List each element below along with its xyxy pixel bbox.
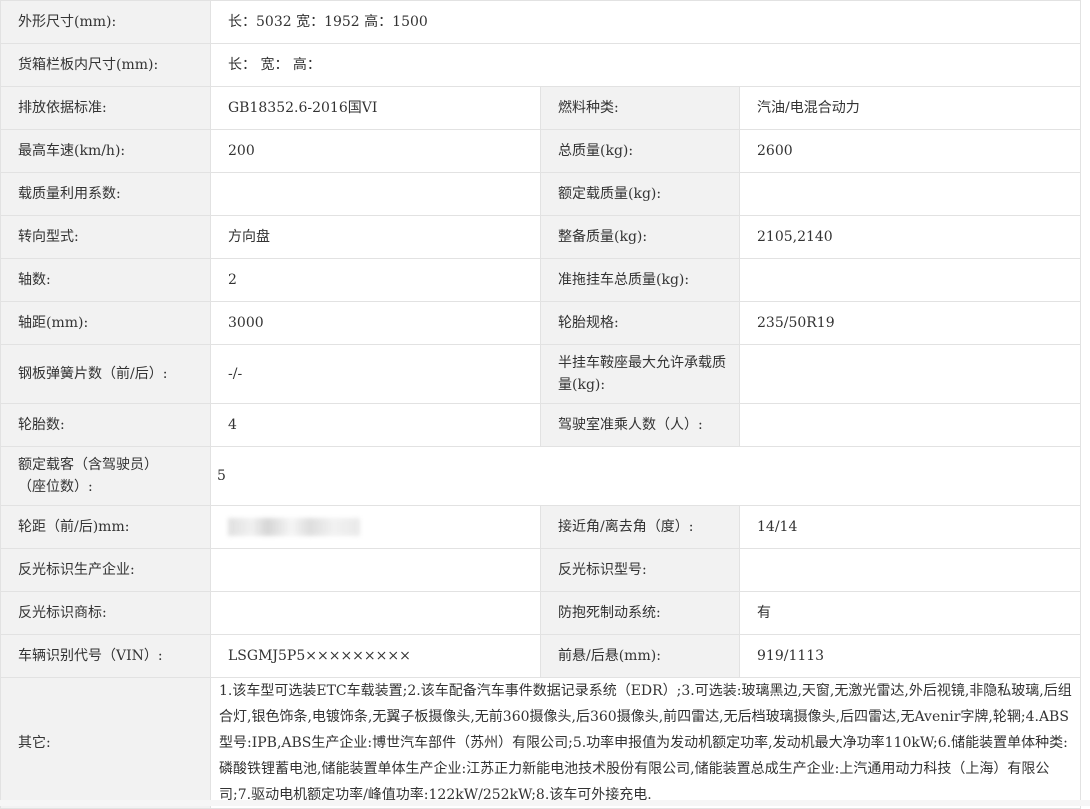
spec-value — [210, 172, 541, 216]
table-row: 反光标识商标: 防抱死制动系统: 有 — [0, 591, 1082, 635]
spec-value-redacted — [210, 505, 541, 549]
redacted-value-blur — [228, 518, 360, 536]
spec-label: 整备质量(kg): — [540, 215, 740, 259]
spec-label: 准拖挂车总质量(kg): — [540, 258, 740, 302]
spec-value: 长：5032 宽：1952 高：1500 — [209, 0, 1082, 44]
spec-value: 919/1113 — [738, 634, 1082, 678]
spec-label: 反光标识商标: — [0, 591, 211, 635]
spec-value: GB18352.6-2016国VI — [210, 86, 541, 130]
table-row: 外形尺寸(mm): 长：5032 宽：1952 高：1500 — [0, 0, 1082, 44]
spec-label: 反光标识生产企业: — [0, 548, 211, 592]
spec-value — [210, 591, 541, 635]
table-row: 轮距（前/后)mm: 接近角/离去角（度）: 14/14 — [0, 505, 1082, 549]
spec-value: 14/14 — [738, 505, 1082, 549]
spec-value: 200 — [210, 129, 541, 173]
table-row: 转向型式: 方向盘 整备质量(kg): 2105,2140 — [0, 215, 1082, 259]
table-row: 排放依据标准: GB18352.6-2016国VI 燃料种类: 汽油/电混合动力 — [0, 86, 1082, 130]
spec-label: 载质量利用系数: — [0, 172, 211, 216]
spec-label: 货箱栏板内尺寸(mm): — [0, 43, 211, 87]
spec-value — [738, 403, 1082, 447]
spec-label: 防抱死制动系统: — [540, 591, 740, 635]
table-row: 车辆识别代号（VIN）: LSGMJ5P5××××××××× 前悬/后悬(mm)… — [0, 634, 1082, 678]
spec-value — [738, 172, 1082, 216]
spec-label: 钢板弹簧片数（前/后）: — [0, 344, 211, 404]
spec-notes: 1.该车型可选装ETC车载装置;2.该车配备汽车事件数据记录系统（EDR）;3.… — [209, 677, 1082, 809]
spec-value: 汽油/电混合动力 — [738, 86, 1082, 130]
spec-label: 其它: — [0, 677, 211, 809]
spec-value: 2 — [210, 258, 541, 302]
vehicle-spec-table: 外形尺寸(mm): 长：5032 宽：1952 高：1500 货箱栏板内尺寸(m… — [0, 0, 1082, 809]
spec-label: 轴数: — [0, 258, 211, 302]
spec-label: 轮距（前/后)mm: — [0, 505, 211, 549]
spec-value: 有 — [738, 591, 1082, 635]
table-row: 钢板弹簧片数（前/后）: -/- 半挂车鞍座最大允许承载质量(kg): — [0, 344, 1082, 404]
spec-value — [738, 548, 1082, 592]
spec-label: 额定载质量(kg): — [540, 172, 740, 216]
spec-value: 2600 — [738, 129, 1082, 173]
spec-value: 5 — [209, 446, 1082, 506]
spec-label: 轮胎数: — [0, 403, 211, 447]
table-row: 轮胎数: 4 驾驶室准乘人数（人）: — [0, 403, 1082, 447]
table-row: 其它: 1.该车型可选装ETC车载装置;2.该车配备汽车事件数据记录系统（EDR… — [0, 677, 1082, 809]
spec-value: -/- — [210, 344, 541, 404]
spec-value — [210, 548, 541, 592]
spec-label: 半挂车鞍座最大允许承载质量(kg): — [540, 344, 740, 404]
bottom-strip — [0, 800, 1090, 806]
spec-value: 4 — [210, 403, 541, 447]
spec-label: 排放依据标准: — [0, 86, 211, 130]
table-row: 轴距(mm): 3000 轮胎规格: 235/50R19 — [0, 301, 1082, 345]
spec-value: 方向盘 — [210, 215, 541, 259]
spec-label: 轴距(mm): — [0, 301, 211, 345]
spec-label: 接近角/离去角（度）: — [540, 505, 740, 549]
table-row: 反光标识生产企业: 反光标识型号: — [0, 548, 1082, 592]
spec-value — [738, 344, 1082, 404]
spec-label: 额定载客（含驾驶员）（座位数）: — [0, 446, 211, 506]
spec-value: 2105,2140 — [738, 215, 1082, 259]
spec-value: 3000 — [210, 301, 541, 345]
spec-label: 反光标识型号: — [540, 548, 740, 592]
spec-label: 最高车速(km/h): — [0, 129, 211, 173]
spec-label: 驾驶室准乘人数（人）: — [540, 403, 740, 447]
table-row: 载质量利用系数: 额定载质量(kg): — [0, 172, 1082, 216]
spec-value: 长： 宽： 高： — [209, 43, 1082, 87]
spec-label: 前悬/后悬(mm): — [540, 634, 740, 678]
spec-value — [738, 258, 1082, 302]
table-row: 额定载客（含驾驶员）（座位数）: 5 — [0, 446, 1082, 506]
spec-label: 外形尺寸(mm): — [0, 0, 211, 44]
spec-label: 车辆识别代号（VIN）: — [0, 634, 211, 678]
spec-value: 235/50R19 — [738, 301, 1082, 345]
table-row: 轴数: 2 准拖挂车总质量(kg): — [0, 258, 1082, 302]
spec-label: 轮胎规格: — [540, 301, 740, 345]
spec-label: 燃料种类: — [540, 86, 740, 130]
table-row: 货箱栏板内尺寸(mm): 长： 宽： 高： — [0, 43, 1082, 87]
spec-label: 转向型式: — [0, 215, 211, 259]
table-row: 最高车速(km/h): 200 总质量(kg): 2600 — [0, 129, 1082, 173]
spec-value: LSGMJ5P5××××××××× — [210, 634, 541, 678]
spec-label: 总质量(kg): — [540, 129, 740, 173]
